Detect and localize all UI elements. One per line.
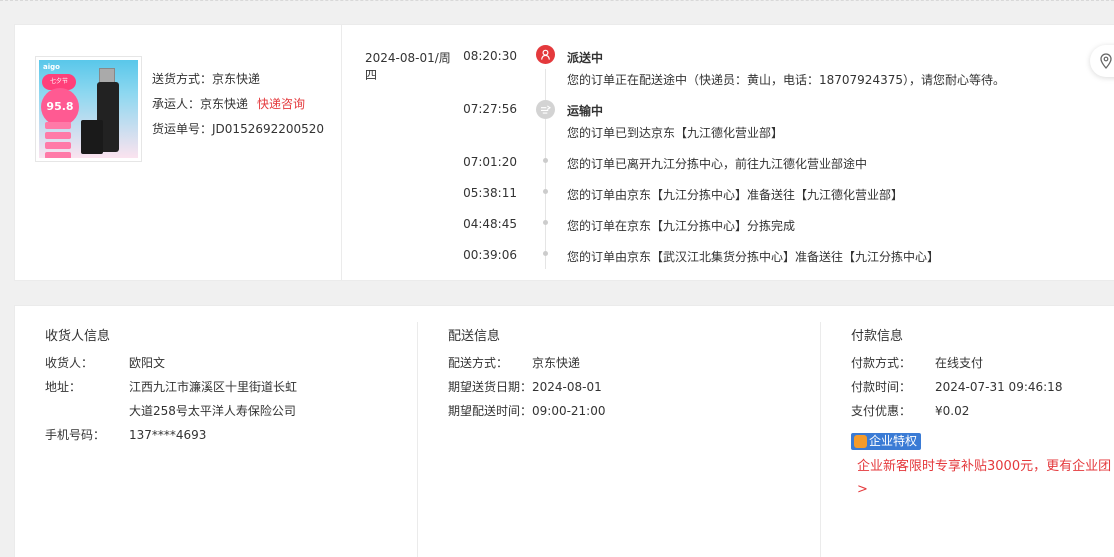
courier-inquiry-link[interactable]: 快递咨询 bbox=[257, 97, 305, 111]
delivery-person-icon bbox=[536, 45, 555, 64]
receiver-section-title: 收货人信息 bbox=[45, 329, 111, 344]
delivery-method-value: 京东快递 bbox=[532, 356, 581, 370]
receiver-name-value: 欧阳文 bbox=[129, 356, 166, 370]
timeline-date: 2024-08-01/周四 bbox=[365, 51, 451, 82]
event-text: 您的订单已到达京东【九江德化营业部】 bbox=[567, 126, 784, 140]
promo-price: 95.8 bbox=[41, 88, 79, 126]
event-time: 04:48:45 bbox=[463, 217, 517, 231]
event-time: 07:27:56 bbox=[463, 102, 517, 116]
transport-truck-icon bbox=[536, 100, 555, 119]
promo-arrow: > bbox=[857, 482, 868, 497]
map-location-button[interactable] bbox=[1090, 45, 1114, 77]
payment-method-label: 付款方式： bbox=[851, 356, 912, 370]
address-label: 地址： bbox=[45, 380, 82, 394]
payment-time-value: 2024-07-31 09:46:18 bbox=[935, 380, 1063, 394]
column-divider bbox=[820, 322, 821, 557]
column-divider bbox=[417, 322, 418, 557]
expected-time-value: 09:00-21:00 bbox=[532, 404, 606, 418]
carrier-row: 承运人：京东快递 快递咨询 bbox=[152, 92, 324, 117]
product-thumbnail[interactable]: aigo 七夕节 95.8 bbox=[35, 56, 142, 162]
event-text: 您的订单由京东【武汉江北集货分拣中心】准备送往【九江分拣中心】 bbox=[567, 250, 940, 264]
tracking-number-row: 货运单号：JD0152692200520 bbox=[152, 117, 324, 142]
product-image: aigo 七夕节 95.8 bbox=[39, 60, 138, 158]
phone-value: 137****4693 bbox=[129, 428, 207, 442]
payment-discount-label: 支付优惠： bbox=[851, 404, 912, 418]
promo-text: 企业新客限时专享补贴3000元，更有企业团 bbox=[857, 459, 1112, 474]
payment-time-label: 付款时间： bbox=[851, 380, 912, 394]
tracking-number-value: JD0152692200520 bbox=[212, 122, 325, 136]
address-line-1: 江西九江市濂溪区十里街道长虹 bbox=[129, 380, 298, 394]
event-text: 您的订单正在配送途中（快递员：黄山，电话：18707924375），请您耐心等待… bbox=[567, 73, 1005, 87]
event-text: 您的订单在京东【九江分拣中心】分拣完成 bbox=[567, 219, 796, 233]
event-status: 运输中 bbox=[567, 104, 604, 118]
delivery-method-label: 送货方式： bbox=[152, 72, 213, 86]
expected-date-label: 期望送货日期： bbox=[448, 380, 533, 394]
promo-stripes bbox=[45, 122, 71, 158]
enterprise-crown-icon bbox=[854, 435, 867, 448]
event-time: 08:20:30 bbox=[463, 49, 517, 63]
tracking-number-label: 货运单号： bbox=[152, 122, 213, 136]
event-time: 07:01:20 bbox=[463, 155, 517, 169]
carrier-label: 承运人： bbox=[152, 97, 201, 111]
card-divider bbox=[341, 25, 342, 280]
map-pin-icon bbox=[1100, 53, 1112, 69]
delivery-method-value: 京东快递 bbox=[212, 72, 261, 86]
expected-date-value: 2024-08-01 bbox=[532, 380, 602, 394]
product-brand-logo: aigo bbox=[43, 63, 60, 71]
payment-section-title: 付款信息 bbox=[851, 329, 904, 344]
enterprise-badge-label: 企业特权 bbox=[869, 434, 918, 448]
delivery-section-title: 配送信息 bbox=[448, 329, 501, 344]
order-info-card: 收货人信息 收货人： 欧阳文 地址： 江西九江市濂溪区十里街道长虹 大道258号… bbox=[14, 305, 1114, 557]
delivery-method-label: 配送方式： bbox=[448, 356, 509, 370]
event-time: 00:39:06 bbox=[463, 248, 517, 262]
enterprise-promo-link[interactable]: 企业新客限时专享补贴3000元，更有企业团 > bbox=[857, 455, 1111, 501]
event-text: 您的订单已离开九江分拣中心，前往九江德化营业部途中 bbox=[567, 157, 868, 171]
top-divider bbox=[0, 0, 1114, 4]
expected-time-label: 期望配送时间： bbox=[448, 404, 533, 418]
event-status: 派送中 bbox=[567, 51, 604, 65]
timeline-dot bbox=[543, 158, 548, 163]
usb-drive-cap bbox=[81, 120, 103, 154]
address-line-2: 大道258号太平洋人寿保险公司 bbox=[129, 404, 296, 418]
event-time: 05:38:11 bbox=[463, 186, 517, 200]
delivery-method-row: 送货方式：京东快递 bbox=[152, 67, 324, 92]
phone-label: 手机号码： bbox=[45, 428, 106, 442]
timeline-dot bbox=[543, 220, 548, 225]
event-text: 您的订单由京东【九江分拣中心】准备送往【九江德化营业部】 bbox=[567, 188, 904, 202]
carrier-value: 京东快递 bbox=[200, 97, 249, 111]
payment-method-value: 在线支付 bbox=[935, 356, 984, 370]
timeline-line bbox=[545, 69, 546, 269]
shipment-info: 送货方式：京东快递 承运人：京东快递 快递咨询 货运单号：JD0152692200… bbox=[152, 67, 324, 142]
shipment-tracking-card: aigo 七夕节 95.8 送货方式：京东快递 承运人：京东快递 快递咨询 货运单… bbox=[14, 24, 1114, 281]
timeline-dot bbox=[543, 189, 548, 194]
enterprise-privilege-badge[interactable]: 企业特权 bbox=[851, 433, 922, 450]
payment-discount-value: ¥0.02 bbox=[935, 404, 970, 418]
receiver-name-label: 收货人： bbox=[45, 356, 94, 370]
timeline-dot bbox=[543, 251, 548, 256]
